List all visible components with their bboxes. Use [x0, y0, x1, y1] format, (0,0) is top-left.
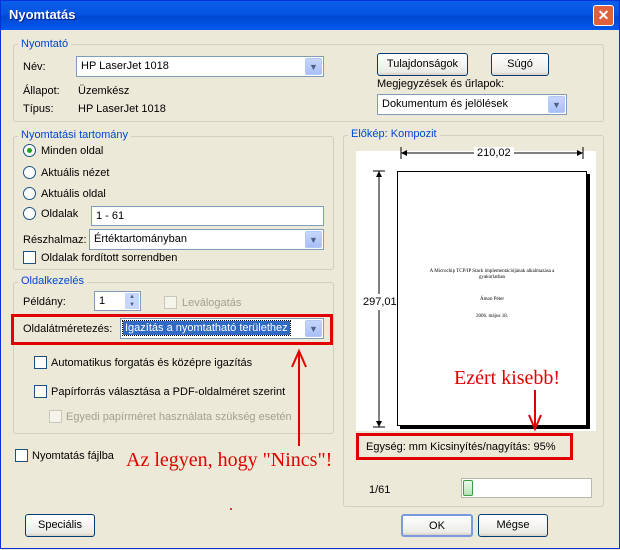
print-dialog: Nyomtatás ✕ Nyomtató Név: HP LaserJet 10… [0, 0, 620, 549]
annotation-arrows [230, 348, 542, 510]
ok-button[interactable]: OK [401, 514, 473, 537]
cancel-button[interactable]: Mégse [478, 514, 548, 537]
special-button[interactable]: Speciális [25, 514, 95, 537]
